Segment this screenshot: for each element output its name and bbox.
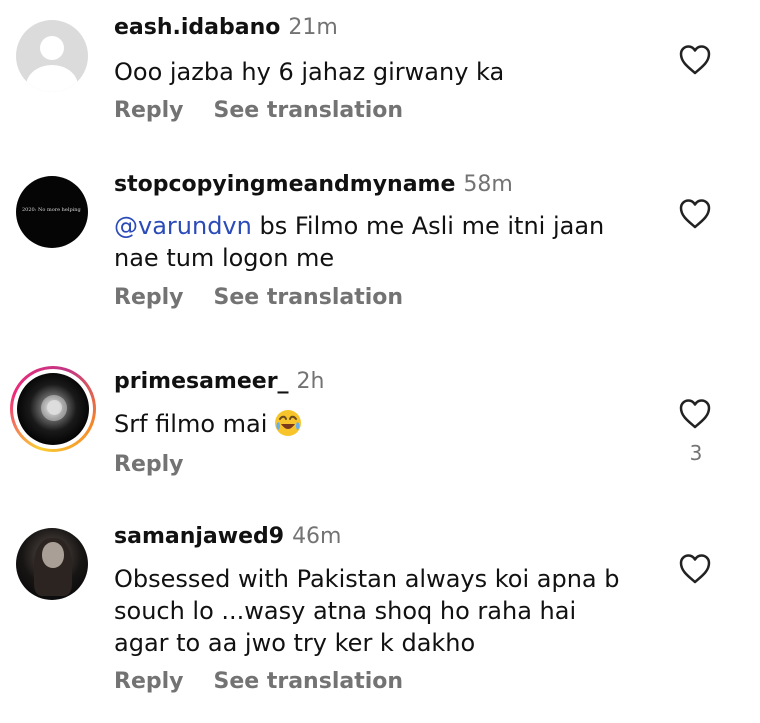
comment-header: stopcopyingmeandmyname 58m	[114, 171, 513, 199]
user-avatar[interactable]	[16, 528, 88, 600]
see-translation-button[interactable]: See translation	[214, 98, 404, 123]
username[interactable]: primesameer_	[114, 369, 289, 394]
like-count: 3	[689, 441, 703, 465]
like-heart-icon[interactable]	[678, 553, 712, 585]
username[interactable]: eash.idabano	[114, 15, 280, 40]
comment-actions: Reply See translation	[114, 97, 433, 125]
like-heart-icon[interactable]	[678, 44, 712, 76]
mention-link[interactable]: @varundvn	[114, 212, 252, 240]
username[interactable]: samanjawed9	[114, 524, 284, 549]
comment-header: primesameer_ 2h	[114, 368, 325, 396]
comment-time: 46m	[292, 524, 342, 549]
reply-button[interactable]: Reply	[114, 669, 184, 694]
comment-body: Srf filmo mai	[114, 410, 268, 438]
comment-time: 58m	[463, 172, 513, 197]
comment-header: samanjawed9 46m	[114, 523, 342, 551]
comment-time: 21m	[288, 15, 338, 40]
avatar-caption: 2020: No more helping ungrateful people	[22, 207, 82, 213]
user-avatar[interactable]: 2020: No more helping ungrateful people	[16, 176, 88, 248]
face-with-tears-of-joy-icon	[275, 410, 302, 436]
comment-text: Obsessed with Pakistan always koi apna b…	[114, 565, 620, 657]
comment-header: eash.idabano 21m	[114, 14, 338, 42]
rose-avatar-icon	[17, 373, 89, 445]
reply-button[interactable]: Reply	[114, 452, 184, 477]
comment-actions: Reply	[114, 451, 214, 479]
see-translation-button[interactable]: See translation	[214, 669, 404, 694]
comment-actions: Reply See translation	[114, 284, 433, 312]
comment-text: @varundvn bs Filmo me Asli me itni jaan …	[114, 210, 634, 274]
comment-text: Ooo jazba hy 6 jahaz girwany ka	[114, 58, 505, 86]
reply-button[interactable]: Reply	[114, 285, 184, 310]
comment-item: eash.idabano 21m Ooo jazba hy 6 jahaz gir…	[0, 0, 760, 160]
comment-item: samanjawed9 46m Obsessed with Pakistan al…	[0, 520, 760, 723]
like-heart-icon[interactable]	[678, 398, 712, 430]
comment-time: 2h	[296, 369, 325, 394]
reply-button[interactable]: Reply	[114, 98, 184, 123]
comment-text: Srf filmo mai	[114, 408, 634, 440]
comment-item: primesameer_ 2h Srf filmo mai Reply 3	[0, 350, 760, 520]
comment-actions: Reply See translation	[114, 668, 433, 696]
see-translation-button[interactable]: See translation	[214, 285, 404, 310]
default-avatar-icon[interactable]	[16, 20, 88, 92]
story-ring-avatar[interactable]	[10, 366, 96, 452]
comment-item: 2020: No more helping ungrateful people …	[0, 160, 760, 350]
username[interactable]: stopcopyingmeandmyname	[114, 172, 455, 197]
like-heart-icon[interactable]	[678, 198, 712, 230]
